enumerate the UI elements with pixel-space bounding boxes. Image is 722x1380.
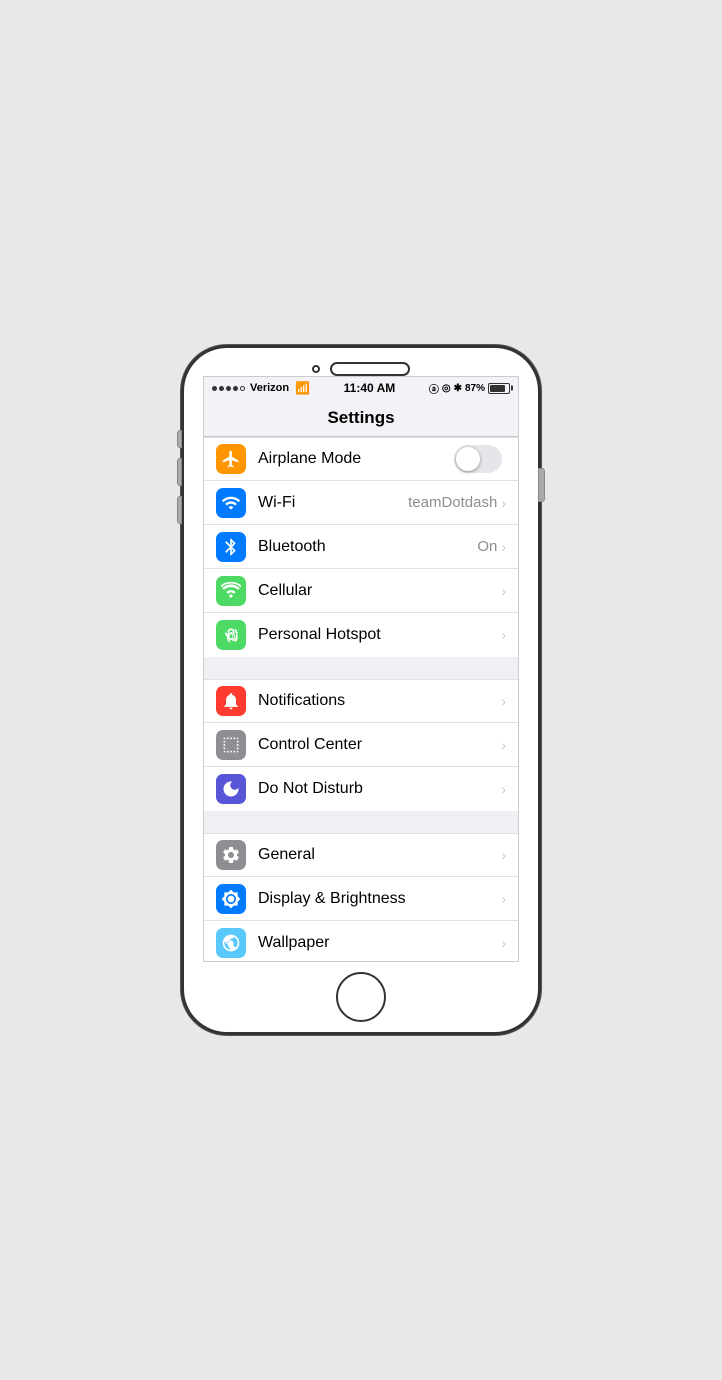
section-divider-1 [204,657,518,679]
settings-item-display-brightness[interactable]: Display & Brightness › [204,877,518,921]
hotspot-chevron-icon: › [501,627,506,643]
nav-bar: Settings [204,399,518,437]
bluetooth-label: Bluetooth [258,538,477,556]
notifications-icon [216,686,246,716]
wallpaper-chevron-icon: › [501,935,506,951]
display-brightness-icon [216,884,246,914]
bluetooth-value: On [477,538,497,555]
section-connectivity: Airplane Mode Wi-Fi teamDotdash › [204,437,518,657]
volume-down-button[interactable] [177,496,182,524]
status-time: 11:40 AM [344,381,396,395]
bluetooth-chevron-icon: › [501,539,506,555]
settings-item-wifi[interactable]: Wi-Fi teamDotdash › [204,481,518,525]
phone-frame: Verizon 📶 11:40 AM ⓐ ◎ ✱ 87% Settings [181,345,541,1035]
settings-item-airplane-mode[interactable]: Airplane Mode [204,437,518,481]
battery-icon [488,383,510,394]
cellular-label: Cellular [258,582,501,600]
wifi-status-icon: 📶 [295,381,310,395]
status-right: ⓐ ◎ ✱ 87% [429,381,510,396]
carrier-name: Verizon [250,382,289,394]
battery-percent: 87% [465,383,485,394]
airplane-mode-label: Airplane Mode [258,450,454,468]
wallpaper-icon [216,928,246,958]
general-icon [216,840,246,870]
control-center-chevron-icon: › [501,737,506,753]
do-not-disturb-icon [216,774,246,804]
display-brightness-label: Display & Brightness [258,890,501,908]
control-center-label: Control Center [258,736,501,754]
bluetooth-status-icon: ✱ [454,383,462,394]
settings-item-personal-hotspot[interactable]: Personal Hotspot › [204,613,518,657]
settings-item-general[interactable]: General › [204,833,518,877]
phone-top [184,348,538,376]
display-brightness-chevron-icon: › [501,891,506,907]
hotspot-label: Personal Hotspot [258,626,501,644]
status-left: Verizon 📶 [212,381,310,395]
airplane-mode-icon [216,444,246,474]
orientation-lock-icon: ⓐ [429,381,439,396]
notifications-chevron-icon: › [501,693,506,709]
page-title: Settings [327,408,394,428]
wifi-icon [216,488,246,518]
wifi-label: Wi-Fi [258,494,408,512]
mute-button[interactable] [177,430,182,448]
settings-list: Airplane Mode Wi-Fi teamDotdash › [204,437,518,961]
control-center-icon [216,730,246,760]
do-not-disturb-label: Do Not Disturb [258,780,501,798]
wifi-chevron-icon: › [501,495,506,511]
cellular-icon [216,576,246,606]
bluetooth-icon [216,532,246,562]
section-display: General › Display & Brightness › [204,833,518,961]
hotspot-icon [216,620,246,650]
general-chevron-icon: › [501,847,506,863]
camera-dot [312,365,320,373]
cellular-chevron-icon: › [501,583,506,599]
settings-item-do-not-disturb[interactable]: Do Not Disturb › [204,767,518,811]
wifi-value: teamDotdash [408,494,497,511]
speaker-bar [330,362,410,376]
settings-item-bluetooth[interactable]: Bluetooth On › [204,525,518,569]
settings-item-control-center[interactable]: Control Center › [204,723,518,767]
status-bar: Verizon 📶 11:40 AM ⓐ ◎ ✱ 87% [204,377,518,399]
location-icon: ◎ [442,383,451,394]
general-label: General [258,846,501,864]
notifications-label: Notifications [258,692,501,710]
settings-item-wallpaper[interactable]: Wallpaper › [204,921,518,961]
signal-strength [212,386,245,391]
phone-screen: Verizon 📶 11:40 AM ⓐ ◎ ✱ 87% Settings [203,376,519,962]
settings-item-notifications[interactable]: Notifications › [204,679,518,723]
section-divider-2 [204,811,518,833]
do-not-disturb-chevron-icon: › [501,781,506,797]
home-button[interactable] [336,972,386,1022]
settings-item-cellular[interactable]: Cellular › [204,569,518,613]
wallpaper-label: Wallpaper [258,934,501,952]
volume-up-button[interactable] [177,458,182,486]
airplane-mode-toggle[interactable] [454,445,502,473]
section-notifications: Notifications › Control Center › [204,679,518,811]
